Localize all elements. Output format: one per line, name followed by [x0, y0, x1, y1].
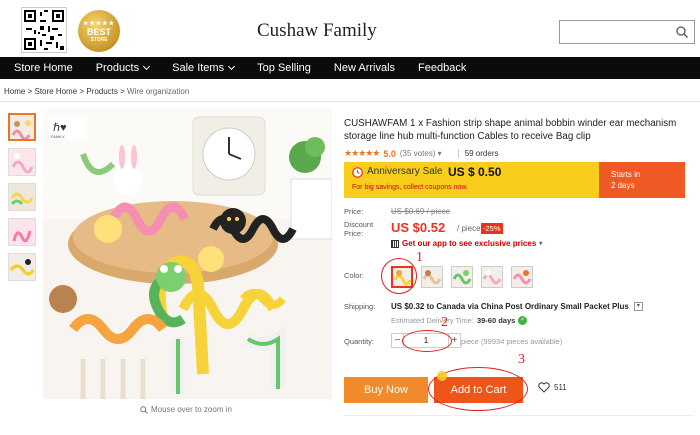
starts-value: 2 days [611, 181, 635, 190]
thumbnail-5[interactable] [8, 253, 36, 281]
chevron-down-icon: ▾ [437, 149, 442, 158]
qr-small-icon [391, 239, 399, 248]
price-unit: / piece [457, 224, 481, 233]
sale-price: US $ 0.50 [448, 165, 502, 179]
thumbnail-list [8, 113, 38, 288]
thumbnail-4[interactable] [8, 218, 36, 246]
nav-feedback[interactable]: Feedback [418, 62, 466, 74]
rating-row: ★★★★★ 5.0 (35 votes) ▾ 59 orders [344, 148, 498, 159]
nav-label: Sale Items [172, 62, 225, 74]
chevron-down-icon [228, 62, 236, 71]
original-price: US $0.69 / piece [391, 207, 451, 216]
nav-sale-items[interactable]: Sale Items [172, 62, 236, 74]
thumbnail-2[interactable] [8, 148, 36, 176]
badge-text: BEST [86, 26, 111, 37]
zoom-hint: Mouse over to zoom in [140, 405, 232, 414]
header: ★★★★★ BEST STORE Cushaw Family [0, 0, 700, 55]
breadcrumb-products[interactable]: Products [86, 87, 118, 96]
discount-price: US $0.52 [391, 220, 446, 235]
votes-link[interactable]: (35 votes) ▾ [400, 149, 442, 158]
wishlist-count: 511 [554, 383, 567, 392]
thumbnail-1[interactable] [8, 113, 36, 141]
breadcrumb-store-home[interactable]: Store Home [34, 87, 77, 96]
shipping-text: US $0.32 to Canada via China Post Ordina… [391, 302, 629, 311]
check-icon: ✓ [518, 316, 528, 325]
color-swatch-2[interactable] [421, 266, 443, 288]
shipping-label: Shipping: [344, 302, 376, 311]
breadcrumb-home[interactable]: Home [4, 87, 25, 96]
discount-badge: -25% [481, 223, 503, 234]
badge-stars: ★★★★★ [83, 20, 115, 27]
nav-store-home[interactable]: Store Home [14, 62, 73, 74]
sale-banner: Anniversary Sale US $ 0.50 For big savin… [344, 162, 685, 198]
delivery-value: 39-60 days [476, 316, 516, 325]
quantity-label: Quantity: [344, 337, 375, 346]
color-swatch-5[interactable] [511, 266, 533, 288]
starts-label: Starts in [611, 170, 641, 179]
divider [0, 101, 700, 102]
nav-label: Store Home [14, 62, 73, 74]
nav-label: Feedback [418, 62, 467, 74]
app-prices-link[interactable]: Get our app to see exclusive prices ▾ [391, 239, 542, 248]
clock-icon [352, 167, 363, 178]
sale-label: Anniversary Sale [367, 166, 443, 177]
nav-label: Top Selling [257, 62, 311, 74]
breadcrumb-current: Wire organization [127, 87, 190, 96]
annotation-number-1: 1 [416, 250, 423, 265]
color-swatch-4[interactable] [481, 266, 503, 288]
breadcrumb-separator: > [79, 87, 85, 96]
sale-countdown: Starts in 2 days [599, 162, 685, 198]
image-watermark: FAMILY [51, 134, 65, 139]
store-name: Cushaw Family [257, 20, 377, 41]
divider [344, 415, 694, 416]
qr-code-icon [22, 8, 66, 52]
product-main-image[interactable]: ℏ♥ FAMILY [43, 109, 332, 399]
search-icon[interactable] [675, 25, 689, 39]
nav-new-arrivals[interactable]: New Arrivals [334, 62, 395, 74]
rating-value: 5.0 [383, 148, 396, 159]
discount-price-label: Discount Price: [344, 220, 374, 238]
orders-count: 59 orders [457, 149, 498, 158]
price-label: Price: [344, 207, 364, 216]
zoom-hint-text: Mouse over to zoom in [151, 405, 232, 414]
buy-now-button[interactable]: Buy Now [344, 377, 428, 403]
chevron-down-icon [143, 62, 151, 71]
shipping-info: US $0.32 to Canada via China Post Ordina… [391, 302, 643, 311]
magnifier-icon [140, 405, 148, 414]
votes-count: (35 votes) [399, 149, 436, 158]
annotation-circle-2 [402, 330, 452, 352]
best-store-badge: ★★★★★ BEST STORE [78, 10, 120, 52]
app-prices-text: Get our app to see exclusive prices [402, 239, 537, 248]
color-label: Color: [344, 271, 365, 280]
nav-products[interactable]: Products [95, 62, 151, 74]
delivery-estimate: Estimated Delivery Time: 39-60 days ✓ [391, 316, 528, 325]
breadcrumb-separator: > [27, 87, 33, 96]
quantity-available: piece (99934 pieces available) [461, 337, 563, 346]
breadcrumb: Home > Store Home > Products > Wire orga… [4, 87, 189, 96]
svg-text:ℏ♥: ℏ♥ [53, 122, 67, 134]
cursor-pointer-icon [437, 371, 447, 381]
shipping-dropdown[interactable]: ▾ [633, 302, 643, 311]
qr-code-image [21, 7, 67, 53]
rating-stars-icon: ★★★★★ [344, 148, 380, 158]
thumbnail-3[interactable] [8, 183, 36, 211]
nav-top-selling[interactable]: Top Selling [257, 62, 311, 74]
badge-subtext: STORE [90, 36, 108, 43]
heart-icon [538, 382, 550, 393]
delivery-label: Estimated Delivery Time: [391, 316, 474, 325]
search-input[interactable] [559, 20, 695, 44]
annotation-number-3: 3 [518, 352, 525, 367]
nav-label: New Arrivals [333, 62, 396, 74]
product-title: CUSHAWFAM 1 x Fashion strip shape animal… [344, 118, 677, 142]
color-swatch-3[interactable] [451, 266, 473, 288]
breadcrumb-separator: > [120, 87, 125, 96]
annotation-circle-1 [381, 258, 417, 294]
main-nav: Store Home Products Sale Items Top Selli… [0, 57, 700, 79]
wishlist-button[interactable]: 511 [538, 382, 567, 393]
chevron-down-icon: ▾ [539, 241, 543, 247]
sale-note: For big savings, collect coupons now. [352, 184, 468, 191]
nav-label: Products [95, 62, 140, 74]
annotation-number-2: 2 [441, 315, 448, 330]
